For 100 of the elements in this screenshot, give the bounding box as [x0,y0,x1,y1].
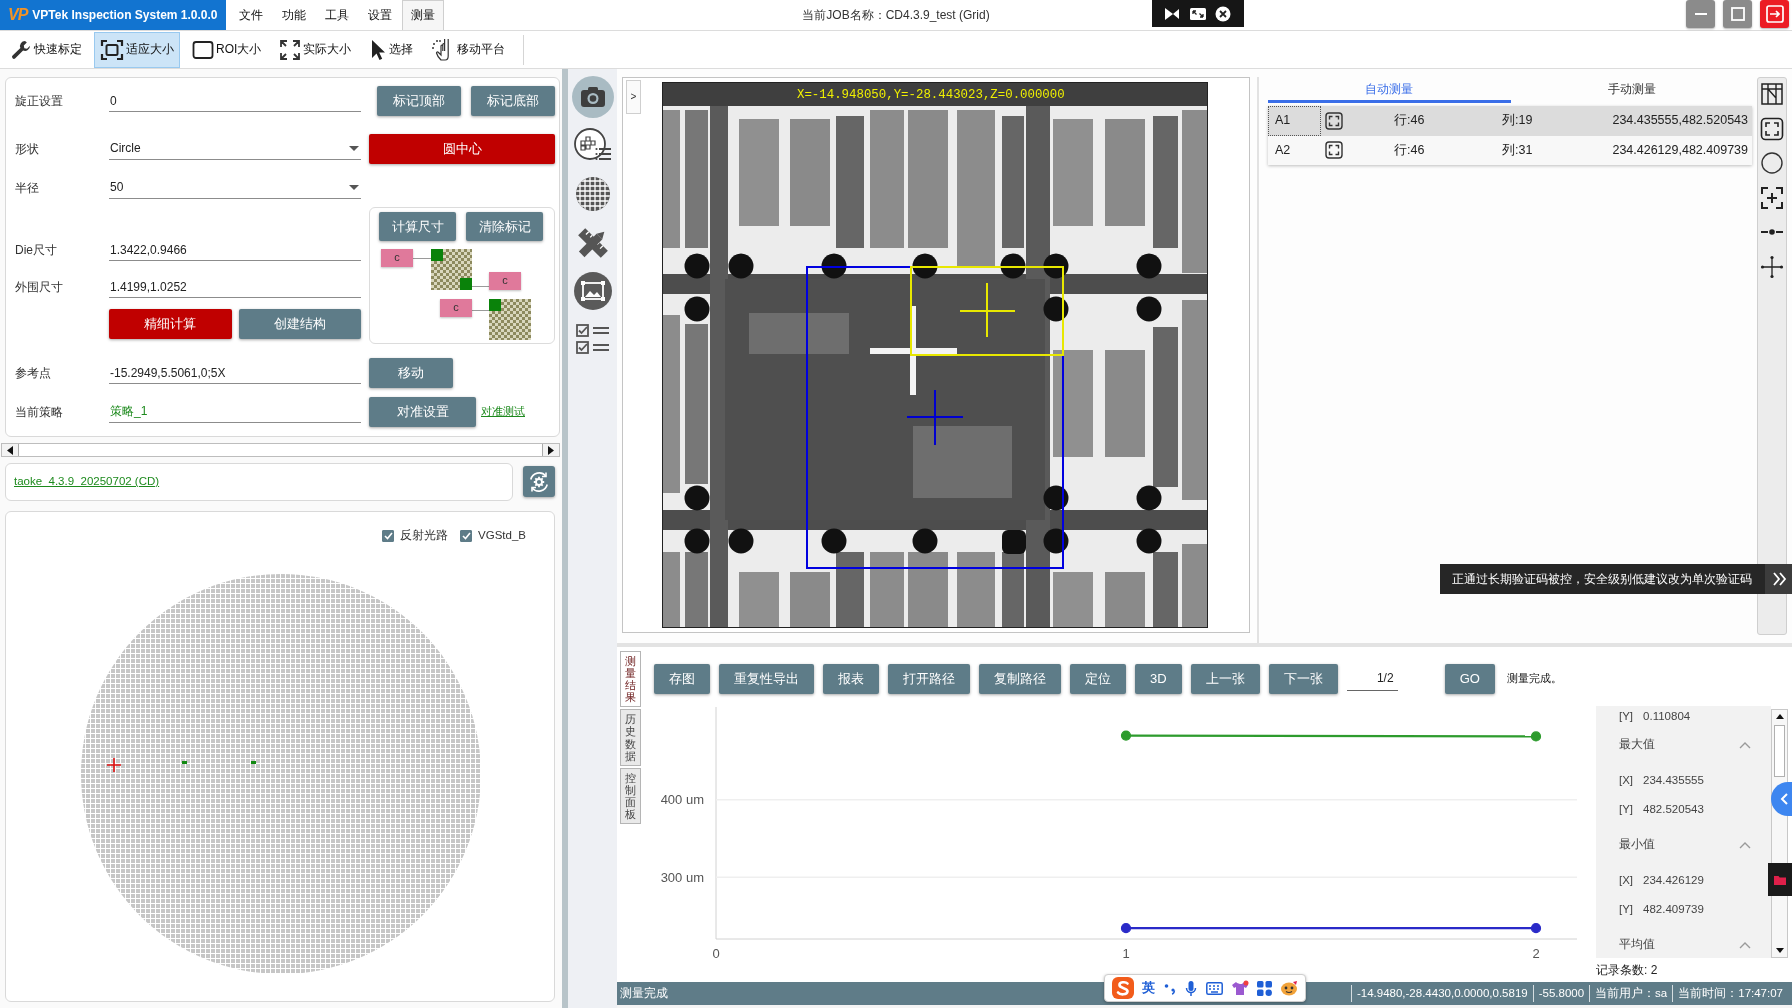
status-field: 当前时间：17:47:07 [1672,985,1788,1002]
horizontal-scrollbar[interactable] [1,443,560,457]
menu-item[interactable]: 测量 [401,0,444,30]
go-button[interactable]: GO [1444,664,1495,694]
roi-frame[interactable] [806,266,1064,569]
resize-icon[interactable] [1188,6,1207,21]
frame-icon[interactable] [1325,141,1343,160]
tab[interactable]: 自动测量 [1268,77,1511,103]
text-link[interactable]: 对准测试 [481,405,525,419]
minimize-button[interactable] [1686,0,1715,28]
grid-icon[interactable] [1256,980,1272,996]
action-button[interactable]: 移动 [369,358,453,388]
close-icon[interactable] [1215,5,1232,22]
dropdown[interactable]: Circle [109,138,361,160]
action-button[interactable]: 计算尺寸 [379,212,456,241]
action-button[interactable]: 3D [1135,664,1182,694]
action-button[interactable]: 定位 [1070,664,1126,694]
measure-frame[interactable] [910,266,1064,356]
sticker-icon[interactable] [1279,980,1298,996]
maximize-button[interactable] [1723,0,1752,28]
coordinate-readout: X=-14.948050,Y=-28.443023,Z=0.000000 [797,88,1065,102]
circle-icon[interactable] [1760,151,1784,175]
table-cell-text: 行:46 [1394,142,1426,158]
frame-lines-icon[interactable] [1760,82,1784,106]
corner-marker [460,278,472,290]
text-field[interactable]: 0 [109,90,361,112]
add-frame-icon[interactable] [1760,185,1784,210]
toolbar-button[interactable]: 快速标定 [4,31,88,68]
action-button[interactable]: 圆中心 [369,134,555,164]
microphone-icon[interactable] [1185,979,1198,997]
group-header[interactable]: 平均值 [1596,924,1771,958]
group-header[interactable]: 最小值 [1596,824,1771,866]
scrollbar-thumb[interactable] [18,444,543,456]
keyboard-icon[interactable] [1205,981,1223,995]
scroll-down-icon[interactable] [1775,948,1784,953]
crosshair-icon[interactable] [1760,254,1784,279]
tab[interactable]: 手动测量 [1510,77,1753,103]
action-button[interactable]: 对准设置 [369,397,476,427]
dropdown[interactable]: 50 [109,177,361,199]
action-button[interactable]: 打开路径 [888,664,970,694]
fit-frame-icon[interactable] [1760,116,1784,141]
text-field[interactable]: 1.4199,1.0252 [109,276,361,298]
frame-icon[interactable] [1325,111,1343,130]
connector-line [472,286,489,287]
action-button[interactable]: 复制路径 [979,664,1061,694]
recipe-link[interactable]: taoke_4.3.9_20250702 (CD) [14,475,160,489]
ime-logo-icon[interactable] [1112,977,1135,999]
action-button[interactable]: 报表 [823,664,879,694]
checkbox[interactable] [382,530,395,542]
text-field[interactable]: 策略_1 [109,401,361,423]
menu-item[interactable]: 文件 [229,0,272,30]
left-arrow-icon [7,445,13,455]
page-field[interactable]: 1/2 [1346,667,1398,691]
tab[interactable]: 控制面板 [620,767,641,825]
result-row[interactable]: A2 行:46 列:31 234.426129,482.409739 [1268,135,1752,165]
result-message: 测量完成。 [1506,672,1562,686]
camera-icon[interactable] [571,76,614,118]
action-button[interactable]: 标记顶部 [377,86,461,116]
toolbar-button[interactable]: ROI大小 [186,31,268,68]
toolbar-button[interactable]: 选择 [363,31,420,68]
menu-item[interactable]: 功能 [272,0,315,30]
tab[interactable]: 历史数据 [620,709,641,766]
checkbox-label: VGStd_B [478,529,526,543]
fit-frame-icon [100,38,124,61]
action-button[interactable]: 标记底部 [471,86,555,116]
action-button[interactable]: 重复性导出 [719,664,814,694]
action-button[interactable]: 清除标记 [466,212,543,241]
shirt-icon[interactable] [1230,980,1249,996]
check-icon [383,532,393,540]
menu-item[interactable]: 设置 [358,0,401,30]
stat-value: 482.520543 [1643,802,1704,817]
group-header[interactable]: 最大值 [1596,724,1771,766]
job-title: 当前JOB名称：CD4.3.9_test (Grid) [802,7,990,23]
text-field[interactable]: -15.2949,5.5061,0;5X [109,362,361,384]
settings-refresh-button[interactable] [523,466,555,497]
action-button[interactable]: 精细计算 [109,309,232,339]
menu-item[interactable]: 工具 [315,0,358,30]
action-button[interactable]: 创建结构 [238,309,361,339]
action-button[interactable]: 下一张 [1268,664,1338,694]
folder-button[interactable] [1768,863,1792,896]
action-button[interactable]: 存图 [654,664,710,694]
triangles-icon[interactable] [1164,6,1180,21]
expand-button[interactable] [1765,564,1792,594]
image-frame-icon[interactable] [571,270,614,312]
text-field[interactable]: 1.3422,0.9466 [109,239,361,261]
toolbar-button[interactable]: 适应大小 [94,31,180,68]
panel-toggle-button[interactable]: > [626,80,641,114]
scroll-up-icon[interactable] [1775,714,1784,719]
toolbar-button[interactable]: 实际大小 [273,31,358,68]
result-row[interactable]: A1 行:46 列:19 234.435555,482.520543 [1268,106,1752,136]
input-mode-indicator[interactable]: 英 [1142,980,1156,996]
action-button[interactable]: 上一张 [1190,664,1260,694]
exit-button[interactable] [1760,0,1789,28]
data-point [1120,730,1132,741]
data-point [1530,923,1542,934]
checkbox[interactable] [460,530,473,542]
stat-value: 0.110804 [1643,710,1691,724]
tab[interactable]: 测量结果 [620,651,641,708]
toolbar-button[interactable]: 移动平台 [425,31,512,68]
scrollbar-thumb[interactable] [1774,725,1785,777]
